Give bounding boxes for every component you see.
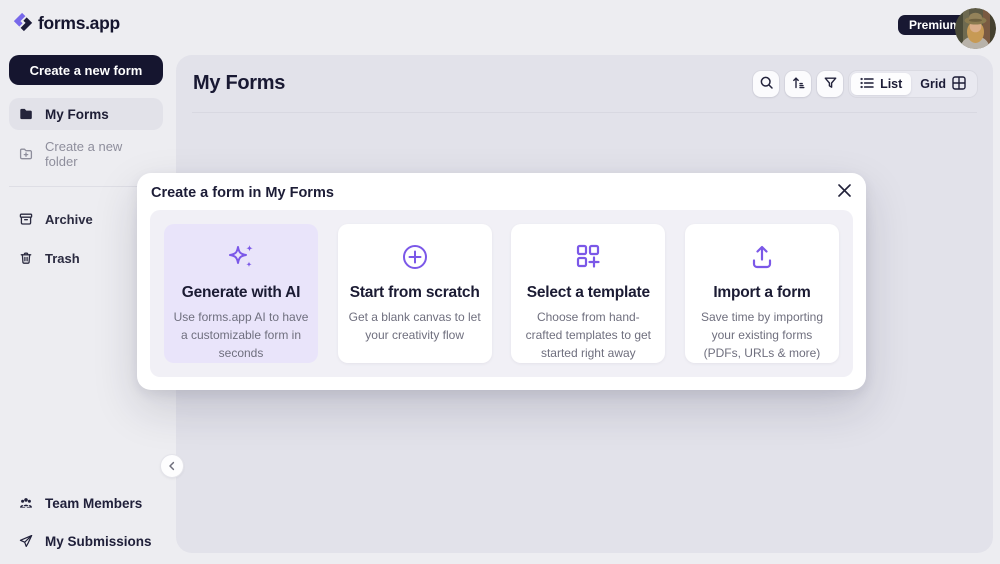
card-description: Use forms.app AI to have a customizable …	[173, 308, 309, 362]
view-toggle-list[interactable]: List	[851, 73, 911, 95]
modal-title: Create a form in My Forms	[151, 185, 334, 201]
card-title: Import a form	[713, 284, 810, 302]
card-import-a-form[interactable]: Import a form Save time by importing you…	[685, 224, 839, 363]
user-avatar[interactable]	[955, 8, 996, 49]
archive-icon	[19, 212, 33, 226]
forms-toolbar: List Grid	[753, 71, 977, 97]
page-title: My Forms	[193, 72, 285, 95]
sidebar-item-label: Archive	[45, 212, 93, 227]
sidebar-item-label: Team Members	[45, 496, 142, 511]
folder-icon	[19, 107, 33, 121]
sidebar-item-label: My Forms	[45, 107, 109, 122]
collapse-sidebar-button[interactable]	[161, 455, 183, 477]
content-divider	[192, 112, 977, 113]
view-toggle: List Grid	[849, 71, 977, 97]
view-toggle-grid-label: Grid	[920, 77, 946, 91]
card-description: Get a blank canvas to let your creativit…	[347, 308, 483, 344]
card-title: Generate with AI	[182, 284, 301, 302]
search-icon	[759, 75, 774, 93]
card-select-a-template[interactable]: Select a template Choose from hand-craft…	[511, 224, 665, 363]
filter-button[interactable]	[817, 71, 843, 97]
template-grid-icon	[572, 241, 604, 273]
paper-plane-icon	[19, 534, 33, 548]
create-new-form-button[interactable]: Create a new form	[9, 55, 163, 85]
card-description: Save time by importing your existing for…	[694, 308, 830, 362]
sidebar-item-label: Create a new folder	[45, 139, 153, 169]
card-start-from-scratch[interactable]: Start from scratch Get a blank canvas to…	[338, 224, 492, 363]
list-view-icon	[860, 77, 874, 92]
formsapp-logo-icon	[12, 11, 34, 33]
close-icon	[838, 184, 851, 200]
create-options-container: Generate with AI Use forms.app AI to hav…	[150, 210, 853, 377]
plus-circle-icon	[399, 241, 431, 273]
sidebar-item-my-forms[interactable]: My Forms	[9, 98, 163, 130]
create-form-modal: Create a form in My Forms Generate with …	[137, 173, 866, 390]
sort-ascending-icon	[791, 75, 806, 93]
trash-icon	[19, 251, 33, 265]
grid-view-icon	[952, 76, 966, 93]
upload-icon	[746, 241, 778, 273]
card-generate-with-ai[interactable]: Generate with AI Use forms.app AI to hav…	[164, 224, 318, 363]
folder-plus-icon	[19, 147, 33, 161]
card-title: Start from scratch	[350, 284, 480, 302]
modal-close-button[interactable]	[834, 182, 854, 202]
team-members-icon	[19, 496, 33, 510]
search-button[interactable]	[753, 71, 779, 97]
filter-funnel-icon	[823, 75, 838, 93]
sidebar-item-create-folder[interactable]: Create a new folder	[9, 139, 163, 169]
sort-button[interactable]	[785, 71, 811, 97]
sparkles-icon	[225, 241, 257, 273]
sidebar-item-my-submissions[interactable]: My Submissions	[9, 526, 163, 556]
view-toggle-grid[interactable]: Grid	[911, 73, 975, 95]
card-title: Select a template	[527, 284, 650, 302]
sidebar-item-team-members[interactable]: Team Members	[9, 488, 163, 518]
chevron-left-icon	[167, 459, 177, 474]
sidebar-item-label: My Submissions	[45, 534, 152, 549]
brand-name: forms.app	[38, 13, 120, 34]
card-description: Choose from hand-crafted templates to ge…	[520, 308, 656, 362]
sidebar-item-label: Trash	[45, 251, 80, 266]
view-toggle-list-label: List	[880, 77, 902, 91]
